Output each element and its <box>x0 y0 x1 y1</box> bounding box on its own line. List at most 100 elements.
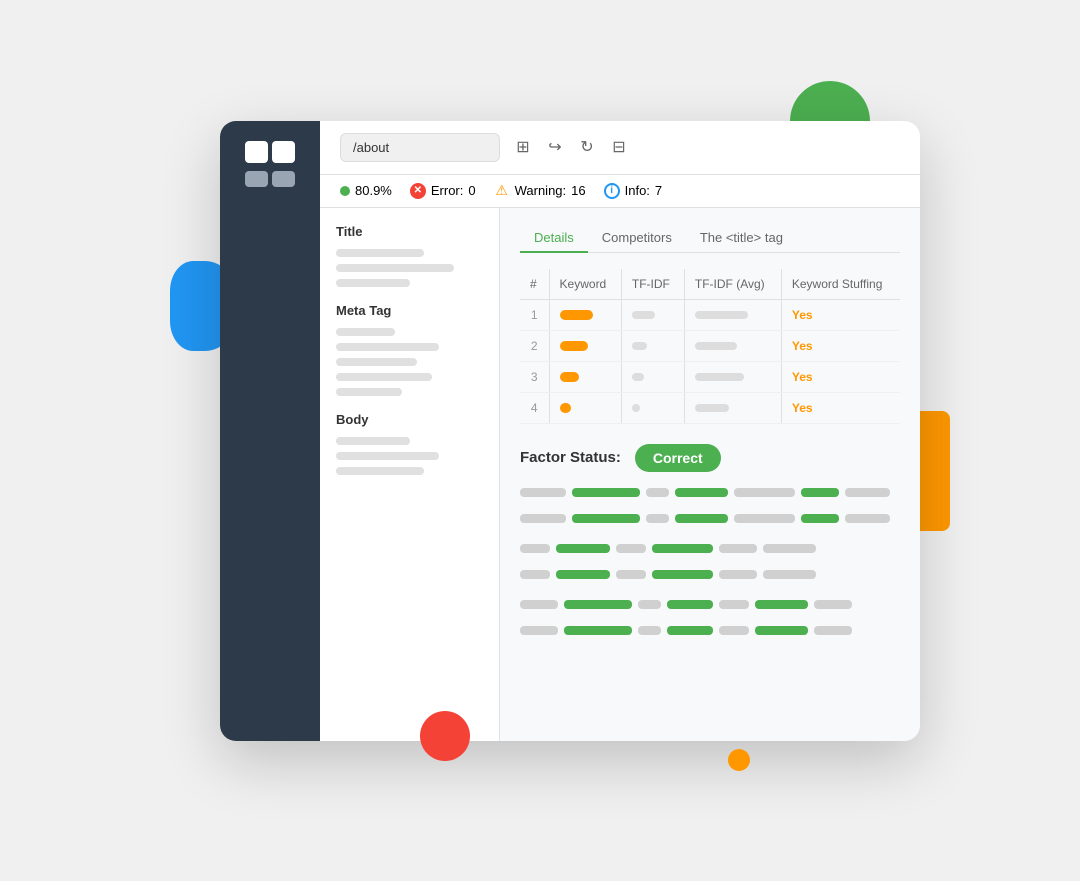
info-label: Info: <box>625 183 650 198</box>
text-segment <box>719 626 749 635</box>
text-segment <box>801 514 839 523</box>
add-icon[interactable]: ⊞ <box>512 136 534 158</box>
tab-title-tag[interactable]: The <title> tag <box>686 224 797 253</box>
content-blocks <box>520 488 900 646</box>
text-block <box>520 600 900 646</box>
text-segment <box>652 570 713 579</box>
text-segment <box>638 600 661 609</box>
logo-tile-4 <box>272 171 295 187</box>
text-segment <box>616 570 646 579</box>
section-title-meta: Meta Tag <box>336 303 483 318</box>
keyword-bar <box>560 341 588 351</box>
tfidf-cell <box>621 361 684 392</box>
col-header-stuffing: Keyword Stuffing <box>781 269 900 300</box>
keyword-cell <box>549 299 621 330</box>
tfidf-cell <box>621 330 684 361</box>
stuffing-badge: Yes <box>792 308 813 322</box>
table-row: 1 Yes <box>520 299 900 330</box>
text-segment <box>763 570 816 579</box>
info-count: 7 <box>655 183 662 198</box>
skeleton-line <box>336 388 402 396</box>
scene: /about ⊞ ↪ ↻ ⊟ 80.9% ✕ Error: 0 <box>110 61 970 821</box>
logo-tile-3 <box>245 171 268 187</box>
status-bar: 80.9% ✕ Error: 0 ⚠ Warning: 16 i Info: 7 <box>320 175 920 208</box>
tfidf-avg-cell <box>684 392 781 423</box>
text-segment <box>734 514 795 523</box>
skeleton-line <box>336 279 410 287</box>
text-segment <box>675 488 728 497</box>
text-segment <box>520 514 566 523</box>
tfidf-avg-cell <box>684 330 781 361</box>
text-segment <box>719 600 749 609</box>
score-value: 80.9% <box>355 183 392 198</box>
error-icon: ✕ <box>410 183 426 199</box>
stuffing-badge: Yes <box>792 401 813 415</box>
stuffing-cell: Yes <box>781 299 900 330</box>
text-block <box>520 544 900 590</box>
keyword-bar <box>560 403 571 413</box>
tab-details[interactable]: Details <box>520 224 588 253</box>
text-segment <box>564 626 632 635</box>
url-input[interactable]: /about <box>340 133 500 162</box>
keyword-bar <box>560 372 579 382</box>
keyword-table: # Keyword TF-IDF TF-IDF (Avg) Keyword St… <box>520 269 900 424</box>
col-header-tfidf: TF-IDF <box>621 269 684 300</box>
app-logo <box>245 141 295 191</box>
section-title-body: Body <box>336 412 483 427</box>
url-bar-area: /about ⊞ ↪ ↻ ⊟ <box>320 121 920 175</box>
tfidf-bar <box>632 342 647 350</box>
text-segment <box>556 544 609 553</box>
tfidf-bar <box>632 373 644 381</box>
error-status: ✕ Error: 0 <box>410 183 476 199</box>
table-row: 3 Yes <box>520 361 900 392</box>
table-row: 2 Yes <box>520 330 900 361</box>
info-status: i Info: 7 <box>604 183 663 199</box>
text-segment <box>520 544 550 553</box>
refresh-icon[interactable]: ↻ <box>576 136 598 158</box>
skeleton-line <box>336 467 424 475</box>
stuffing-badge: Yes <box>792 370 813 384</box>
warning-icon: ⚠ <box>494 183 510 199</box>
share-icon[interactable]: ↪ <box>544 136 566 158</box>
text-segment <box>675 514 728 523</box>
tfidf-avg-bar <box>695 311 748 319</box>
tfidf-avg-bar <box>695 404 729 412</box>
text-segment <box>801 488 839 497</box>
text-segment <box>719 570 757 579</box>
tfidf-avg-cell <box>684 299 781 330</box>
info-icon: i <box>604 183 620 199</box>
text-segment <box>652 544 713 553</box>
text-segment <box>520 600 558 609</box>
tfidf-avg-bar <box>695 373 744 381</box>
text-segment <box>638 626 661 635</box>
stuffing-cell: Yes <box>781 330 900 361</box>
text-segment <box>667 626 713 635</box>
section-title-title: Title <box>336 224 483 239</box>
col-header-tfidf-avg: TF-IDF (Avg) <box>684 269 781 300</box>
col-header-keyword: Keyword <box>549 269 621 300</box>
content-body: Title Meta Tag Body <box>320 208 920 741</box>
tfidf-bar <box>632 311 655 319</box>
skeleton-line <box>336 358 417 366</box>
text-segment <box>572 514 640 523</box>
bookmark-icon[interactable]: ⊟ <box>608 136 630 158</box>
keyword-cell <box>549 361 621 392</box>
text-segment <box>646 488 669 497</box>
stuffing-cell: Yes <box>781 392 900 423</box>
warning-count: 16 <box>571 183 585 198</box>
col-header-num: # <box>520 269 549 300</box>
logo-tile-1 <box>245 141 268 163</box>
sidebar <box>220 121 320 741</box>
main-content: /about ⊞ ↪ ↻ ⊟ 80.9% ✕ Error: 0 <box>320 121 920 741</box>
text-segment <box>755 626 808 635</box>
error-label: Error: <box>431 183 464 198</box>
score-status: 80.9% <box>340 183 392 198</box>
tab-competitors[interactable]: Competitors <box>588 224 686 253</box>
right-panel: Details Competitors The <title> tag # Ke… <box>500 208 920 741</box>
keyword-cell <box>549 330 621 361</box>
stuffing-badge: Yes <box>792 339 813 353</box>
text-segment <box>814 626 852 635</box>
skeleton-line <box>336 249 424 257</box>
tfidf-cell <box>621 392 684 423</box>
skeleton-line <box>336 328 395 336</box>
